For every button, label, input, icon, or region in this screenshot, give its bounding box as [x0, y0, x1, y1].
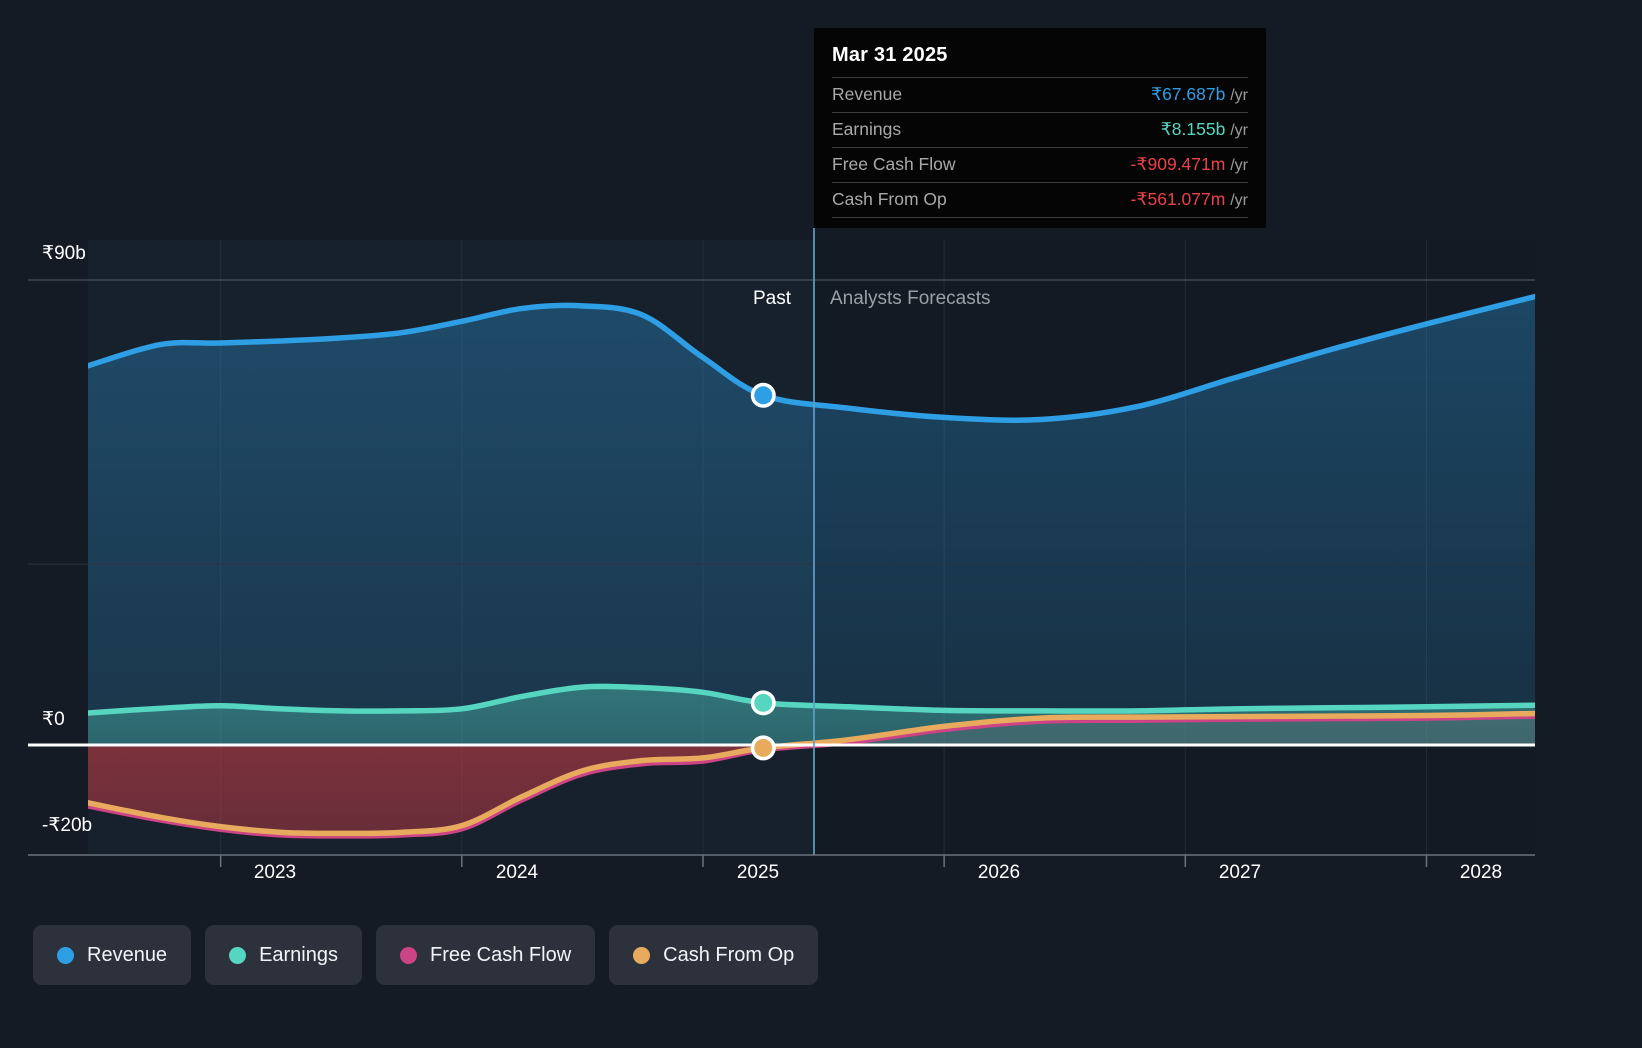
tooltip-row-earnings: Earnings ₹8.155b /yr [832, 112, 1248, 147]
legend-label-earnings: Earnings [259, 943, 338, 966]
x-axis-label-2026: 2026 [977, 862, 1021, 883]
y-axis-label-90b: ₹90b [42, 243, 86, 264]
tooltip-unit-free-cash-flow: /yr [1230, 157, 1248, 174]
x-axis-label-2028: 2028 [1459, 862, 1503, 883]
chart-canvas: ₹90b ₹0 -₹20b 2023 2024 2025 2026 2027 2… [0, 0, 1642, 1048]
tooltip-row-revenue: Revenue ₹67.687b /yr [832, 77, 1248, 112]
chart-legend: Revenue Earnings Free Cash Flow Cash Fro… [33, 925, 819, 985]
x-axis-label-2027: 2027 [1218, 862, 1262, 883]
tooltip-label-earnings: Earnings [832, 119, 902, 139]
tooltip-label-revenue: Revenue [832, 84, 903, 104]
legend-dot-revenue-icon [57, 946, 74, 964]
tooltip-date: Mar 31 2025 [832, 44, 948, 66]
legend-item-earnings[interactable]: Earnings [205, 925, 362, 985]
tooltip-row-cash-from-op: Cash From Op -₹561.077m /yr [832, 182, 1248, 218]
tooltip-row-free-cash-flow: Free Cash Flow -₹909.471m /yr [832, 147, 1248, 182]
legend-label-revenue: Revenue [87, 943, 168, 966]
tooltip-unit-revenue: /yr [1230, 87, 1248, 104]
tooltip-label-free-cash-flow: Free Cash Flow [832, 154, 956, 174]
legend-item-revenue[interactable]: Revenue [33, 925, 192, 985]
tooltip-unit-cash-from-op: /yr [1230, 192, 1248, 209]
legend-label-free-cash-flow: Free Cash Flow [430, 943, 572, 966]
legend-dot-earnings-icon [229, 946, 247, 964]
x-axis-label-2023: 2023 [253, 862, 297, 883]
legend-item-cash-from-op[interactable]: Cash From Op [609, 925, 819, 985]
forecast-label: Analysts Forecasts [830, 288, 991, 309]
legend-dot-cash-from-op-icon [633, 946, 651, 964]
legend-dot-free-cash-flow-icon [400, 946, 417, 964]
tooltip-value-cash-from-op: -₹561.077m [1130, 189, 1226, 209]
data-tooltip: Mar 31 2025 Revenue ₹67.687b /yr Earning… [814, 28, 1266, 228]
tooltip-unit-earnings: /yr [1230, 122, 1248, 139]
tooltip-label-cash-from-op: Cash From Op [832, 189, 947, 209]
tooltip-value-revenue: ₹67.687b [1150, 84, 1226, 104]
y-axis-label-0: ₹0 [42, 709, 65, 730]
past-label: Past [753, 288, 792, 309]
x-axis-label-2025: 2025 [736, 862, 780, 883]
tooltip-value-free-cash-flow: -₹909.471m [1130, 154, 1226, 174]
y-axis-label-neg20b: -₹20b [42, 815, 93, 836]
x-axis-label-2024: 2024 [495, 862, 539, 883]
tooltip-value-earnings: ₹8.155b [1160, 119, 1226, 139]
legend-label-cash-from-op: Cash From Op [663, 943, 795, 966]
legend-item-free-cash-flow[interactable]: Free Cash Flow [376, 925, 596, 985]
